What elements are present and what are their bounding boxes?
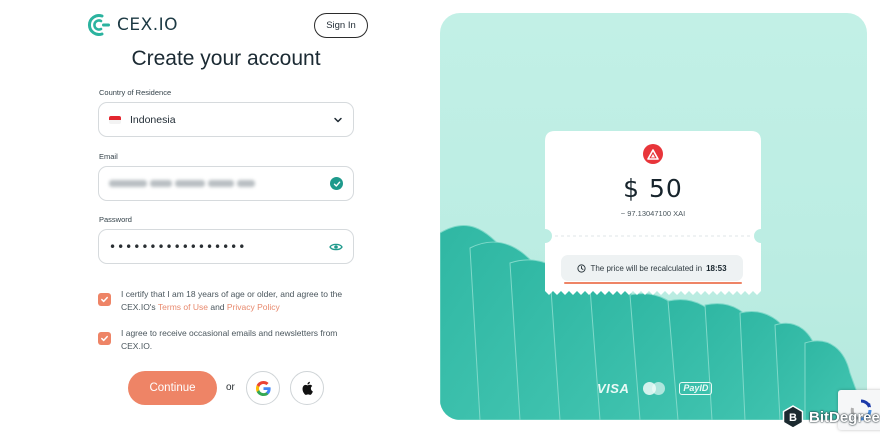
chevron-down-icon <box>334 117 342 122</box>
mastercard-icon <box>643 382 666 395</box>
terms-of-use-link[interactable]: Terms of Use <box>158 302 208 312</box>
newsletter-checkbox[interactable] <box>98 332 111 345</box>
price-card: $ 50 ~ 97.13047100 XAI The price will be… <box>545 131 761 300</box>
password-value: ••••••••••••••••• <box>109 239 247 254</box>
countdown-progress-bar <box>564 282 742 284</box>
recalc-text: The price will be recalculated in <box>590 263 703 273</box>
visa-logo: VISA <box>597 381 630 396</box>
arbitrum-triangle-icon <box>643 144 663 164</box>
google-icon <box>255 380 271 396</box>
email-value-blurred <box>109 179 330 189</box>
password-field[interactable]: ••••••••••••••••• <box>98 229 354 264</box>
promo-panel: $ 50 ~ 97.13047100 XAI The price will be… <box>440 13 867 420</box>
payment-logos: VISA PayID <box>597 381 713 396</box>
cexio-logo-icon <box>88 14 110 36</box>
recalc-countdown: 18:53 <box>706 263 727 273</box>
google-signin-button[interactable] <box>246 371 280 405</box>
page-title: Create your account <box>131 47 321 70</box>
clock-icon <box>577 263 587 273</box>
newsletter-consent-text: I agree to receive occasional emails and… <box>121 328 338 351</box>
password-label: Password <box>99 215 132 224</box>
indonesia-flag-icon <box>109 115 121 124</box>
country-value: Indonesia <box>130 113 176 126</box>
price-amount: $ 50 <box>623 174 683 203</box>
terms-consent-text: I certify that I am 18 years of age or o… <box>121 289 343 312</box>
eye-icon[interactable] <box>329 242 343 252</box>
cexio-logo[interactable]: CEX.IO <box>86 13 178 37</box>
continue-button[interactable]: Continue <box>128 371 217 405</box>
crypto-equivalent: ~ 97.13047100 XAI <box>620 209 686 218</box>
apple-icon <box>302 381 313 395</box>
sign-in-button[interactable]: Sign In <box>314 13 368 38</box>
privacy-policy-link[interactable]: Privacy Policy <box>227 302 280 312</box>
check-circle-icon <box>330 177 343 190</box>
logo-text: CEX.IO <box>117 15 179 35</box>
bitdegree-watermark: B BitDegree <box>782 405 880 429</box>
svg-text:B: B <box>789 412 797 424</box>
watermark-text: BitDegree <box>809 408 880 426</box>
email-label: Email <box>99 152 118 161</box>
recalculation-notice: The price will be recalculated in 18:53 <box>561 255 743 281</box>
bitdegree-logo-icon: B <box>782 405 804 429</box>
apple-signin-button[interactable] <box>290 371 324 405</box>
payid-logo: PayID <box>679 382 713 395</box>
or-separator: or <box>226 382 235 393</box>
country-label: Country of Residence <box>99 88 172 97</box>
email-field[interactable] <box>98 166 354 201</box>
terms-checkbox[interactable] <box>98 293 111 306</box>
country-select[interactable]: Indonesia <box>98 102 354 137</box>
